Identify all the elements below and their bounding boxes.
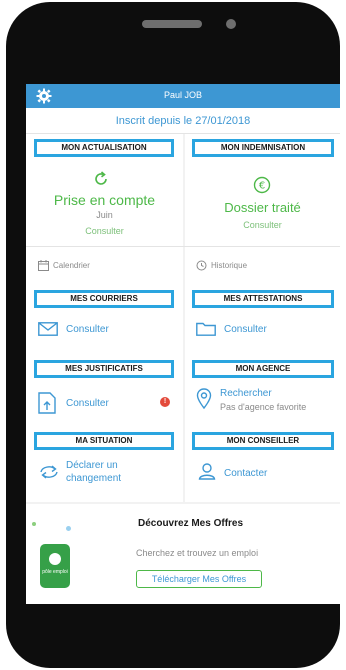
svg-text:€: € xyxy=(259,181,265,192)
folder-icon xyxy=(196,322,216,336)
app-icon-label: pôle emploi xyxy=(42,569,68,575)
decor-dot xyxy=(32,522,36,526)
history-icon xyxy=(196,260,207,271)
upload-document-icon xyxy=(38,392,56,414)
actualisation-status: Prise en compte xyxy=(53,192,156,208)
indemnisation-header: MON INDEMNISATION xyxy=(192,139,334,157)
situation-declare-link[interactable]: Déclarer un xyxy=(66,460,118,471)
actualisation-header: MON ACTUALISATION xyxy=(34,139,174,157)
courriers-consult-link[interactable]: Consulter xyxy=(38,322,109,336)
attestations-header: MES ATTESTATIONS xyxy=(192,290,334,308)
situation-header: MA SITUATION xyxy=(34,432,174,450)
offres-banner: pôle emploi Découvrez Mes Offres Cherche… xyxy=(26,504,340,604)
divider xyxy=(26,246,340,247)
download-offres-button[interactable]: Télécharger Mes Offres xyxy=(136,570,262,588)
justificatifs-header: MES JUSTIFICATIFS xyxy=(34,360,174,378)
justificatifs-consult-link[interactable]: Consulter xyxy=(38,392,109,414)
front-camera xyxy=(226,19,236,29)
attestations-consult-link[interactable]: Consulter xyxy=(196,322,267,336)
alert-badge: ! xyxy=(160,397,170,407)
agence-search-link[interactable]: Rechercher xyxy=(220,388,272,399)
calendar-icon xyxy=(38,260,49,271)
indemnisation-consult-link[interactable]: Consulter xyxy=(185,220,340,230)
user-name: Paul JOB xyxy=(163,90,203,100)
agence-favorite-status: Pas d'agence favorite xyxy=(220,402,307,412)
courriers-consult-label: Consulter xyxy=(66,323,109,335)
conseiller-contact-link[interactable]: Contacter xyxy=(224,468,267,479)
app-screen: Paul JOB Inscrit depuis le 27/01/2018 MO… xyxy=(26,84,340,604)
offres-title: Découvrez Mes Offres xyxy=(138,518,244,529)
courriers-header: MES COURRIERS xyxy=(34,290,174,308)
envelope-icon xyxy=(38,322,58,336)
decor-dot xyxy=(66,526,71,531)
situation-declare-link-line2[interactable]: changement xyxy=(66,473,121,484)
attestations-consult-label: Consulter xyxy=(224,323,267,335)
speaker-grille xyxy=(142,20,202,28)
registration-date: Inscrit depuis le 27/01/2018 xyxy=(26,108,340,134)
exchange-icon xyxy=(40,465,58,479)
historique-link[interactable]: Historique xyxy=(196,260,247,271)
person-icon xyxy=(198,463,216,480)
mes-offres-app-icon: pôle emploi xyxy=(40,544,70,588)
offres-subtitle: Cherchez et trouvez un emploi xyxy=(136,548,259,558)
conseiller-header: MON CONSEILLER xyxy=(192,432,334,450)
refresh-icon xyxy=(95,171,107,185)
agence-header: MON AGENCE xyxy=(192,360,334,378)
phone-frame: Paul JOB Inscrit depuis le 27/01/2018 MO… xyxy=(6,2,340,668)
historique-label: Historique xyxy=(211,261,248,270)
justificatifs-consult-label: Consulter xyxy=(66,397,109,409)
indemnisation-status: Dossier traité xyxy=(224,200,301,215)
calendrier-label: Calendrier xyxy=(53,261,90,270)
location-pin-icon xyxy=(196,388,212,410)
top-bar: Paul JOB xyxy=(26,84,340,108)
actualisation-consult-link[interactable]: Consulter xyxy=(26,226,183,236)
actualisation-month: Juin xyxy=(96,210,113,220)
euro-icon: € xyxy=(253,176,271,194)
calendrier-link[interactable]: Calendrier xyxy=(38,260,90,271)
